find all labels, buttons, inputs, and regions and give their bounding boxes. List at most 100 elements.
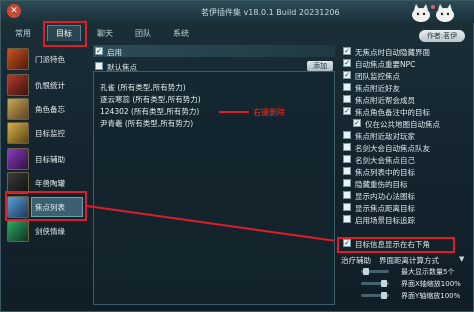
option-row[interactable]: 显示焦点距离目标 (341, 203, 471, 213)
tab-team[interactable]: 团队 (135, 28, 151, 42)
close-button[interactable]: ✕ (7, 4, 21, 18)
option-checkbox[interactable] (343, 143, 351, 151)
option-row[interactable]: 启用场景目标追踪 (341, 215, 471, 225)
option-checkbox[interactable] (343, 167, 351, 175)
option-checkbox[interactable] (343, 191, 351, 199)
option-checkbox[interactable]: ✓ (343, 71, 351, 79)
treat-assist-label: 治疗辅助 (341, 256, 371, 265)
sidebar-item-label: 年兽陶罐 (35, 179, 65, 188)
option-label: 焦点列表中的目标 (355, 168, 415, 177)
spiral-icon (7, 148, 29, 170)
option-checkbox[interactable] (343, 131, 351, 139)
options-panel: ✓ 无焦点时自动隐藏界面 ✓ 自动焦点重要NPC ✓ 团队监控焦点 焦点附近好友 焦点… (339, 43, 471, 309)
option-label: 无焦点时自动隐藏界面 (355, 48, 430, 57)
focus-list: 孔雀 (所有类型,所有势力) 逐云寒蕊 (所有类型,所有势力) 124302 (… (93, 71, 335, 305)
option-row[interactable]: 焦点附近好友 (341, 83, 471, 93)
option-row[interactable]: ✓ 团队监控焦点 (341, 71, 471, 81)
list-item[interactable]: 124302 (所有类型,所有势力) (100, 106, 199, 117)
option-checkbox[interactable] (343, 95, 351, 103)
title-bar[interactable]: ✕ 茗伊插件集 v18.0.1 Build 20231206 (1, 1, 474, 23)
sidebar-item-threat[interactable]: 仇恨统计 (5, 73, 85, 97)
slider-thumb[interactable] (381, 292, 387, 299)
treat-assist-row[interactable]: 治疗辅助 界面距离计算方式 ▼ (341, 255, 471, 265)
focus-list-highlight (5, 191, 87, 221)
option-label: 焦点附近帮会成员 (355, 96, 415, 105)
option-label: 名剑大会焦点自己 (355, 156, 415, 165)
option-label: 仅在公共地图自动焦点 (365, 120, 440, 129)
option-checkbox[interactable]: ✓ (343, 107, 351, 115)
chevron-down-icon: ▼ (459, 255, 465, 263)
enable-label: 启用 (107, 48, 122, 57)
option-label: 团队监控焦点 (355, 72, 400, 81)
tab-system[interactable]: 系统 (173, 28, 189, 42)
window-title: 茗伊插件集 v18.0.1 Build 20231206 (201, 8, 340, 17)
sidebar-item-target-monitor[interactable]: 目标监控 (5, 121, 85, 145)
plugin-window: ✕ 茗伊插件集 v18.0.1 Build 20231206 常用 目标 聊天 … (0, 0, 474, 312)
option-row[interactable]: 隐藏重伤的目标 (341, 179, 471, 189)
x-scale-slider[interactable]: 界面X轴缩放100% (341, 279, 471, 289)
delete-hint-annotation: 右键删除 (253, 108, 285, 117)
option-row[interactable]: ✓ 焦点角色备注中的目标 (341, 107, 471, 117)
y-scale-slider[interactable]: 界面Y轴缩放100% (341, 291, 471, 301)
sidebar-item-sect[interactable]: 门派特色 (5, 47, 85, 71)
enable-row[interactable]: ✓ 启用 (93, 45, 335, 57)
option-checkbox[interactable]: ✓ (353, 119, 361, 127)
sword-icon (7, 220, 29, 242)
list-item[interactable]: 尹青羲 (所有类型,所有势力) (100, 118, 193, 129)
option-row[interactable]: ✓ 仅在公共地图自动焦点 (351, 119, 474, 129)
option-row[interactable]: ✓ 无焦点时自动隐藏界面 (341, 47, 471, 57)
option-label: 自动焦点重要NPC (355, 60, 416, 69)
focus-list-panel: ✓ 启用 默认焦点 添加 孔雀 (所有类型,所有势力) 逐云寒蕊 (所有类型,所… (91, 43, 335, 309)
option-label: 名剑大会自动焦点队友 (355, 144, 430, 153)
add-button[interactable]: 添加 (307, 61, 333, 71)
max-display-slider[interactable]: 最大显示数量5个 (341, 267, 471, 277)
option-label: 显示焦点距离目标 (355, 204, 415, 213)
list-item[interactable]: 孔雀 (所有类型,所有势力) (100, 82, 186, 93)
cat-logo-icon (412, 4, 454, 22)
sidebar-item-memo[interactable]: 角色备忘 (5, 97, 85, 121)
sidebar-item-label: 角色备忘 (35, 105, 65, 114)
annotation-arrow (219, 111, 249, 113)
flame-icon (7, 48, 29, 70)
option-label: 焦点附近敌对玩家 (355, 132, 415, 141)
option-checkbox[interactable] (343, 83, 351, 91)
list-item[interactable]: 逐云寒蕊 (所有类型,所有势力) (100, 94, 201, 105)
distance-mode-dropdown[interactable]: 界面距离计算方式 (379, 255, 439, 266)
option-label: 焦点附近好友 (355, 84, 400, 93)
sidebar: 门派特色 仇恨统计 角色备忘 目标监控 目标辅助 年兽陶罐 焦点列表 剑侠情缘 (3, 43, 85, 311)
option-highlight (337, 237, 455, 253)
book-icon (7, 98, 29, 120)
option-row[interactable]: 焦点附近敌对玩家 (341, 131, 471, 141)
option-checkbox[interactable]: ✓ (343, 47, 351, 55)
option-row[interactable]: 显示内功心法图标 (341, 191, 471, 201)
option-label: 显示内功心法图标 (355, 192, 415, 201)
option-row[interactable]: ✓ 自动焦点重要NPC (341, 59, 471, 69)
target-tab-highlight (43, 21, 87, 47)
option-row[interactable]: 名剑大会自动焦点队友 (341, 143, 471, 153)
tab-common[interactable]: 常用 (15, 28, 31, 42)
option-checkbox[interactable] (343, 179, 351, 187)
sidebar-item-label: 目标辅助 (35, 155, 65, 164)
sidebar-item-label: 剑侠情缘 (35, 227, 65, 236)
option-row[interactable]: 焦点附近帮会成员 (341, 95, 471, 105)
option-checkbox[interactable]: ✓ (343, 59, 351, 67)
crown-icon (7, 122, 29, 144)
default-focus-checkbox[interactable] (95, 62, 103, 70)
sidebar-item-target-assist[interactable]: 目标辅助 (5, 147, 85, 171)
option-row[interactable]: 焦点列表中的目标 (341, 167, 471, 177)
enable-checkbox[interactable]: ✓ (95, 47, 103, 55)
max-display-label: 最大显示数量5个 (401, 268, 455, 276)
sidebar-item-label: 仇恨统计 (35, 81, 65, 90)
option-checkbox[interactable] (343, 215, 351, 223)
option-row[interactable]: 名剑大会焦点自己 (341, 155, 471, 165)
y-scale-label: 界面Y轴缩放100% (401, 292, 461, 300)
slider-thumb[interactable] (363, 268, 369, 275)
sidebar-item-jianxia[interactable]: 剑侠情缘 (5, 219, 85, 243)
slider-thumb[interactable] (381, 280, 387, 287)
author-button[interactable]: 作者:茗伊 (419, 30, 465, 42)
x-scale-label: 界面X轴缩放100% (401, 280, 461, 288)
option-checkbox[interactable] (343, 155, 351, 163)
tab-chat[interactable]: 聊天 (97, 28, 113, 42)
option-checkbox[interactable] (343, 203, 351, 211)
claw-icon (7, 74, 29, 96)
